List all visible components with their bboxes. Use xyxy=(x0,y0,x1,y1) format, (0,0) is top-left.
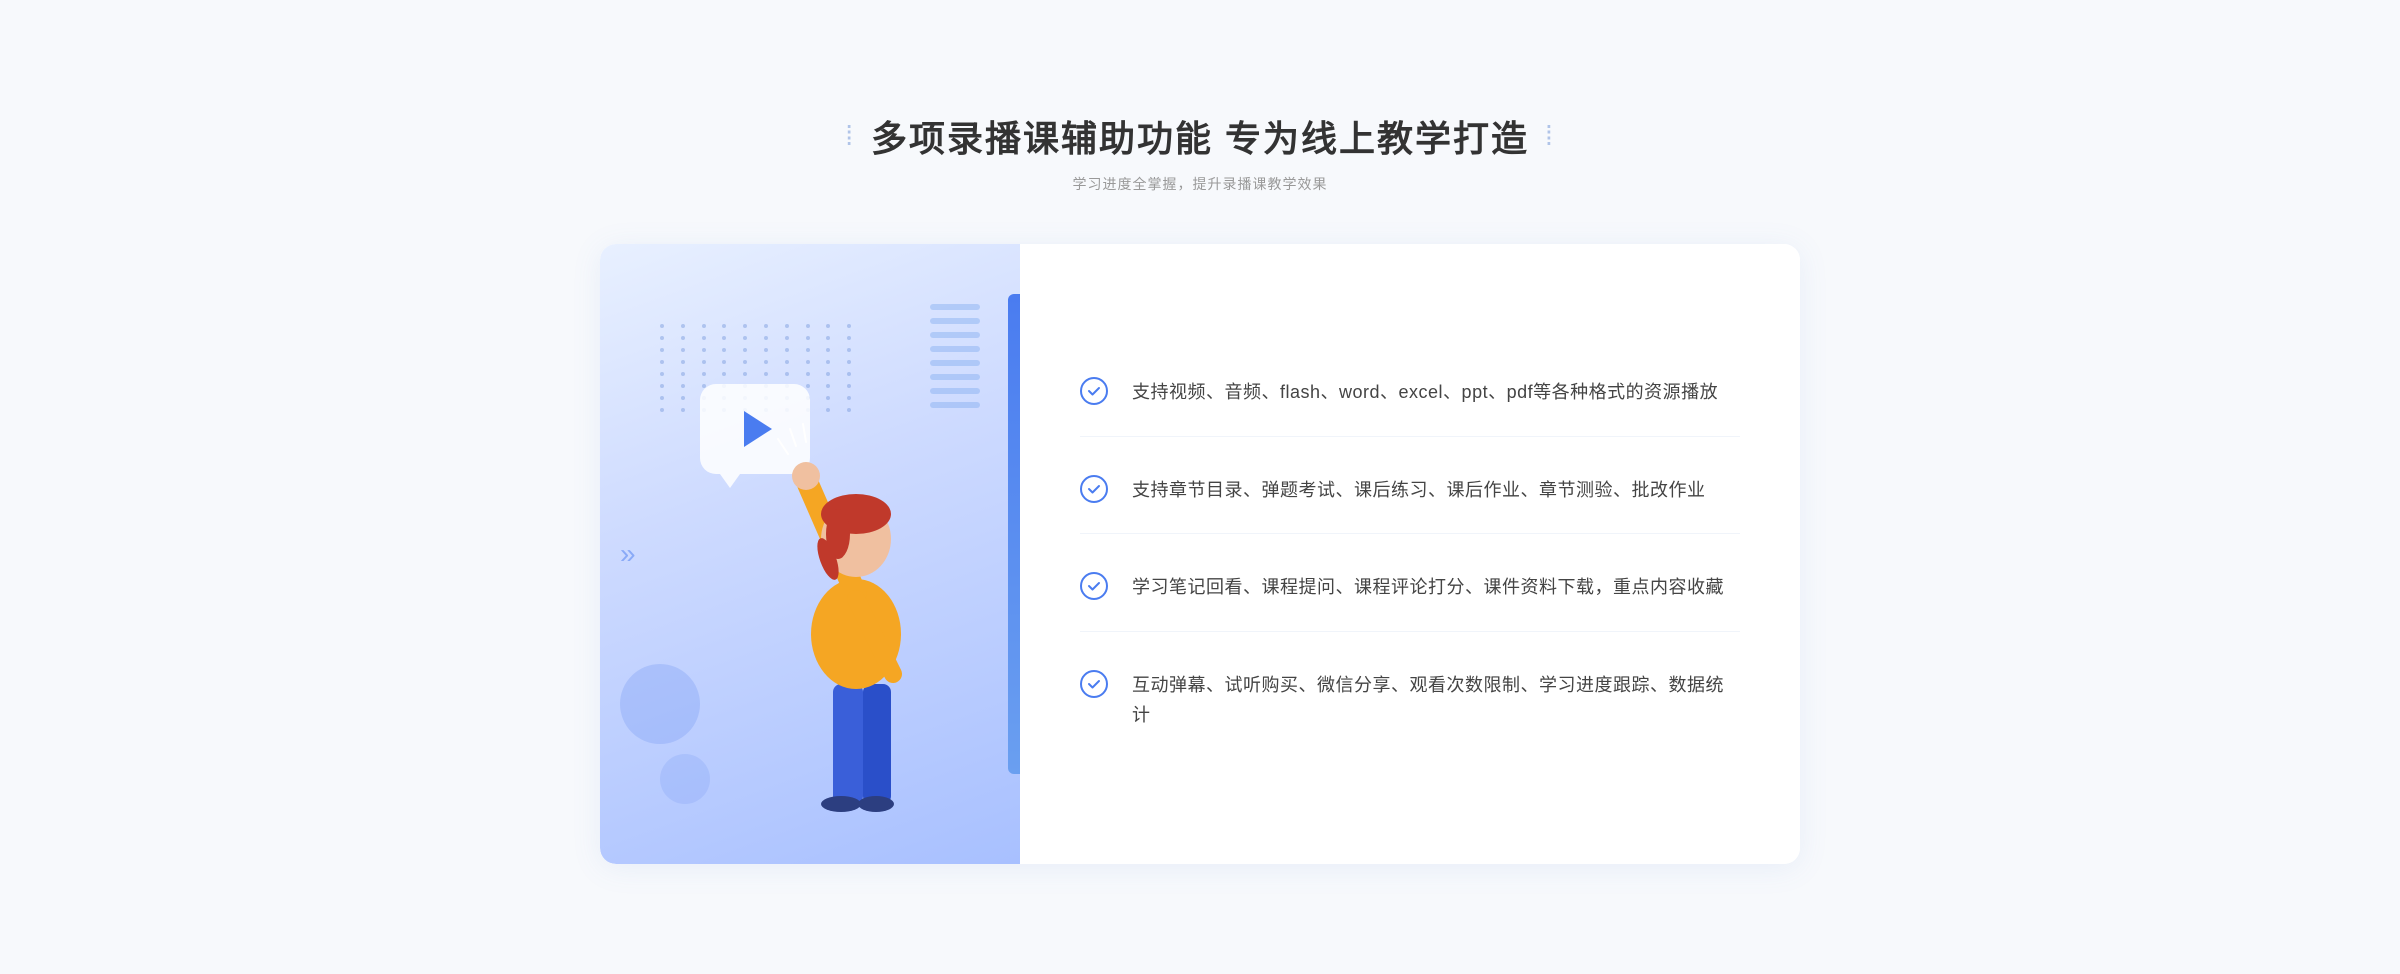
circle-decoration-large xyxy=(620,664,700,744)
check-icon-4 xyxy=(1080,670,1108,698)
arrow-decoration: » xyxy=(620,538,636,570)
feature-item-1: 支持视频、音频、flash、word、excel、ppt、pdf等各种格式的资源… xyxy=(1080,349,1740,437)
header-section: 多项录播课辅助功能 专为线上教学打造 学习进度全掌握，提升录播课教学效果 xyxy=(600,110,1800,194)
feature-text-2: 支持章节目录、弹题考试、课后练习、课后作业、章节测验、批改作业 xyxy=(1132,475,1706,506)
check-icon-2 xyxy=(1080,475,1108,503)
page-wrapper: 多项录播课辅助功能 专为线上教学打造 学习进度全掌握，提升录播课教学效果 » xyxy=(600,110,1800,864)
circle-decoration-small xyxy=(660,754,710,804)
check-icon-1 xyxy=(1080,377,1108,405)
feature-text-4: 互动弹幕、试听购买、微信分享、观看次数限制、学习进度跟踪、数据统计 xyxy=(1132,670,1740,731)
feature-item-3: 学习笔记回看、课程提问、课程评论打分、课件资料下载，重点内容收藏 xyxy=(1080,544,1740,632)
page-subtitle: 学习进度全掌握，提升录播课教学效果 xyxy=(600,174,1800,194)
feature-item-4: 互动弹幕、试听购买、微信分享、观看次数限制、学习进度跟踪、数据统计 xyxy=(1080,642,1740,759)
features-panel: 支持视频、音频、flash、word、excel、ppt、pdf等各种格式的资源… xyxy=(1020,244,1800,864)
check-icon-3 xyxy=(1080,572,1108,600)
vertical-accent-bar xyxy=(1008,294,1020,774)
person-illustration xyxy=(738,384,978,864)
main-content: » xyxy=(600,244,1800,864)
feature-item-2: 支持章节目录、弹题考试、课后练习、课后作业、章节测验、批改作业 xyxy=(1080,447,1740,535)
feature-text-1: 支持视频、音频、flash、word、excel、ppt、pdf等各种格式的资源… xyxy=(1132,377,1718,408)
page-title: 多项录播课辅助功能 专为线上教学打造 xyxy=(845,110,1555,162)
illustration-panel: » xyxy=(600,244,1020,864)
feature-text-3: 学习笔记回看、课程提问、课程评论打分、课件资料下载，重点内容收藏 xyxy=(1132,572,1724,603)
